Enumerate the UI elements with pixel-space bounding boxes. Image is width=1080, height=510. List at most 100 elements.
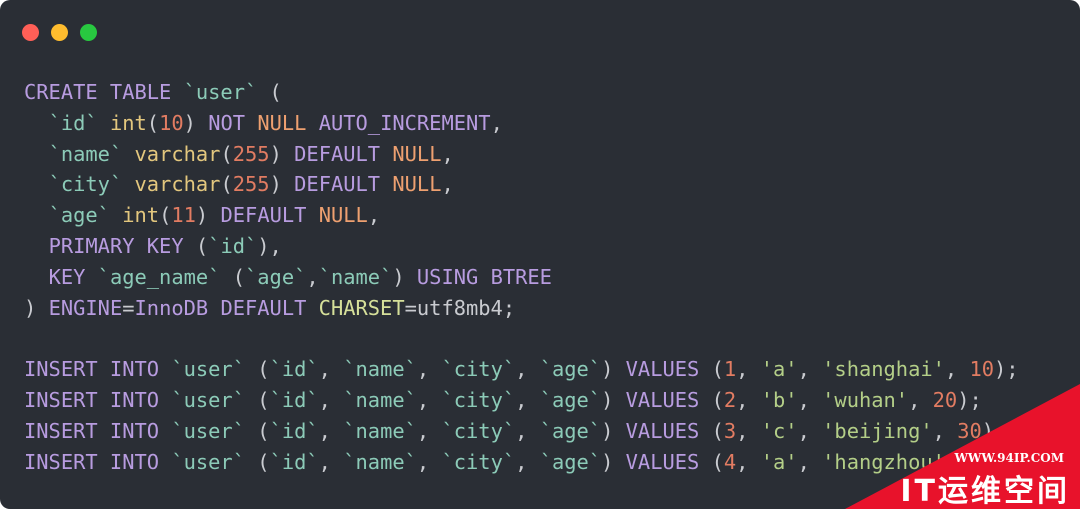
code-token-p: ) — [269, 141, 295, 166]
code-token-p: ) — [601, 449, 626, 474]
code-token-p: , — [515, 418, 540, 443]
code-token-id: `user` — [183, 80, 258, 104]
code-token-kw: VALUES — [625, 418, 700, 443]
code-token-p: =utf8mb4; — [404, 295, 516, 320]
code-token-id: `city` — [441, 418, 516, 443]
code-token-p: ) — [195, 203, 221, 228]
code-token-num: 4 — [723, 449, 737, 474]
code-token-id: `user` — [171, 357, 245, 382]
code-token-p: ( — [245, 387, 270, 412]
code-token-p: ( — [146, 110, 160, 135]
code-token-kw: INSERT INTO — [24, 387, 172, 412]
code-token-kw: VALUES — [625, 387, 700, 412]
code-token-p — [24, 172, 49, 196]
code-token-kw: DEFAULT — [220, 203, 319, 228]
code-token-num: 255 — [232, 172, 270, 197]
code-token-kw: DEFAULT — [294, 172, 393, 197]
code-token-id: `age` — [48, 203, 110, 228]
code-token-kw: INSERT INTO — [24, 357, 172, 382]
code-token-str: 'a' — [760, 449, 798, 474]
code-token-p: ); — [994, 357, 1019, 382]
code-token-id: `age` — [539, 387, 602, 412]
code-token-p — [24, 111, 49, 135]
code-line: `id` int(10) NOT NULL AUTO_INCREMENT, — [24, 108, 1019, 139]
code-token-p — [24, 234, 49, 258]
watermark-url: WWW.94IP.COM — [954, 451, 1064, 465]
code-token-kw: AUTO_INCREMENT — [306, 110, 491, 135]
code-token-ty: varchar — [134, 172, 221, 197]
code-token-id: `id` — [269, 449, 319, 474]
code-token-p: , — [797, 357, 823, 382]
code-token-p: , — [306, 264, 319, 289]
minimize-button[interactable] — [51, 24, 68, 41]
code-token-p: , — [318, 387, 344, 412]
code-token-p: , — [515, 387, 540, 412]
code-token-p: ( — [257, 80, 282, 104]
code-token-str: 'a' — [760, 357, 798, 382]
code-line: `name` varchar(255) DEFAULT NULL, — [24, 139, 1019, 170]
code-token-p: ( — [220, 141, 233, 166]
code-line: PRIMARY KEY (`id`), — [24, 231, 1019, 262]
code-token-num: 11 — [171, 203, 196, 228]
code-token-p: , — [416, 418, 442, 443]
code-token-p — [24, 265, 49, 289]
maximize-button[interactable] — [80, 24, 97, 41]
code-token-str: 'b' — [760, 387, 798, 412]
code-token-kw: NOT — [208, 110, 258, 135]
watermark: WWW.94IP.COM IT运维空间 — [845, 384, 1080, 509]
code-token-kw: CREATE TABLE — [24, 80, 184, 104]
code-token-kw: KEY — [48, 264, 98, 289]
code-token-num: 255 — [232, 141, 270, 166]
code-token-id: `city` — [441, 449, 516, 474]
code-line: CREATE TABLE `user` ( — [24, 77, 1019, 108]
code-token-p: , — [318, 449, 344, 474]
code-token-id: `age` — [245, 264, 307, 289]
code-token-p: ( — [245, 357, 270, 382]
code-token-p: , — [367, 203, 381, 228]
code-token-p: ) — [601, 357, 626, 382]
code-token-p: , — [736, 357, 761, 382]
code-token-str: 'c' — [760, 418, 798, 443]
code-line: `city` varchar(255) DEFAULT NULL, — [24, 169, 1019, 200]
code-token-p: ( — [699, 418, 724, 443]
close-button[interactable] — [22, 24, 39, 41]
code-token-p — [110, 203, 122, 227]
code-token-p — [122, 172, 134, 196]
code-token-nul: NULL — [392, 172, 442, 197]
code-token-p — [122, 142, 134, 166]
code-token-kw: USING BTREE — [416, 264, 552, 289]
code-token-nul: NULL — [257, 110, 307, 135]
code-token-p: ) — [601, 418, 626, 443]
code-line: KEY `age_name` (`age`,`name`) USING BTRE… — [24, 262, 1019, 293]
code-token-kw: DEFAULT — [294, 141, 393, 166]
code-token-kw: InnoDB DEFAULT — [134, 295, 319, 320]
code-token-p: ), — [257, 233, 282, 258]
code-token-id: `id` — [48, 110, 98, 135]
code-token-p: ( — [245, 418, 270, 443]
watermark-name: IT运维空间 — [900, 474, 1070, 509]
code-token-kw: PRIMARY KEY — [48, 233, 184, 258]
code-token-nul: NULL — [318, 203, 368, 228]
code-token-id: `name` — [343, 449, 417, 474]
code-token-id: `name` — [343, 387, 417, 412]
code-token-p: , — [318, 357, 344, 382]
code-token-kw: VALUES — [625, 357, 700, 382]
code-line: INSERT INTO `user` (`id`, `name`, `city`… — [24, 354, 1019, 385]
code-token-p — [98, 111, 110, 135]
code-token-kw: VALUES — [625, 449, 700, 474]
code-token-kw: INSERT INTO — [24, 418, 172, 443]
code-token-id: `city` — [441, 387, 516, 412]
code-token-p: , — [441, 172, 454, 197]
code-token-p: ( — [699, 357, 724, 382]
code-token-str: 'shanghai' — [822, 357, 945, 382]
code-token-p: , — [736, 449, 761, 474]
code-token-nul: NULL — [392, 141, 442, 166]
code-token-p: , — [416, 387, 442, 412]
code-token-cs: CHARSET — [318, 295, 405, 320]
code-token-p: ( — [220, 172, 233, 197]
code-token-id: `age` — [539, 418, 602, 443]
code-token-p: , — [515, 449, 540, 474]
code-token-id: `user` — [171, 449, 245, 474]
code-token-p: ( — [699, 449, 724, 474]
